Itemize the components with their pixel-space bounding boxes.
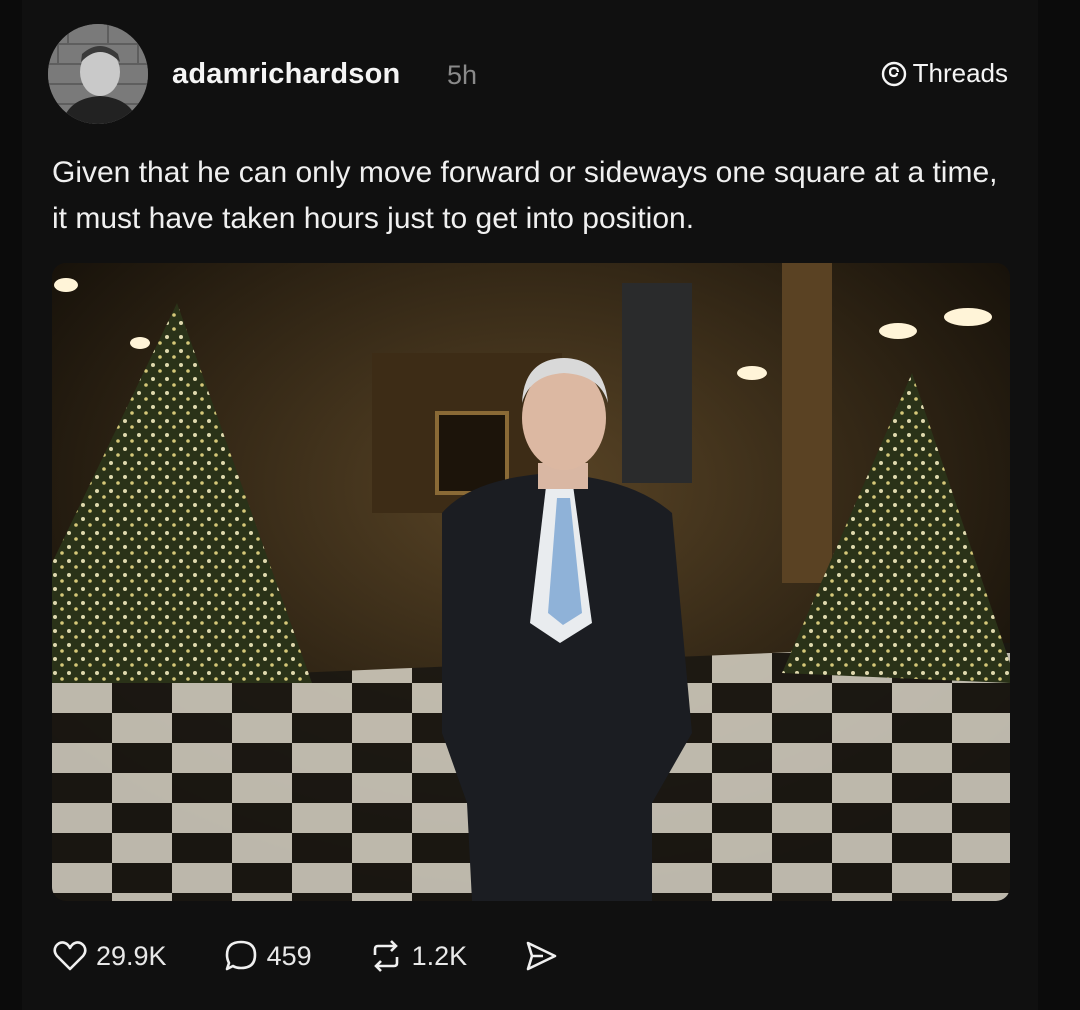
brand-label: Threads	[912, 58, 1008, 88]
post-image[interactable]	[52, 263, 1010, 901]
repost-button[interactable]: 1.2K	[368, 938, 468, 974]
threads-logo-icon	[881, 61, 906, 86]
post-actions: 29.9K 459 1.2K	[52, 934, 559, 978]
username[interactable]: adamrichardson	[172, 58, 400, 91]
send-icon	[526, 941, 557, 971]
reply-count: 459	[266, 940, 312, 971]
threads-brand[interactable]: Threads	[881, 58, 1008, 89]
post-text: Given that he can only move forward or s…	[52, 156, 998, 235]
share-button[interactable]	[523, 938, 559, 974]
avatar-image	[48, 24, 148, 124]
repost-count: 1.2K	[411, 940, 468, 971]
like-count: 29.9K	[96, 940, 167, 971]
post-timestamp: 5h	[447, 60, 478, 90]
repost-icon	[373, 940, 398, 972]
comment-bubble-icon	[225, 940, 256, 971]
threads-post: adamrichardson 5h Threads Given that he …	[22, 0, 1038, 1010]
post-photo	[52, 263, 1010, 901]
avatar[interactable]	[48, 24, 148, 124]
like-button[interactable]: 29.9K	[52, 938, 167, 974]
heart-icon	[53, 941, 87, 971]
reply-button[interactable]: 459	[223, 938, 312, 974]
